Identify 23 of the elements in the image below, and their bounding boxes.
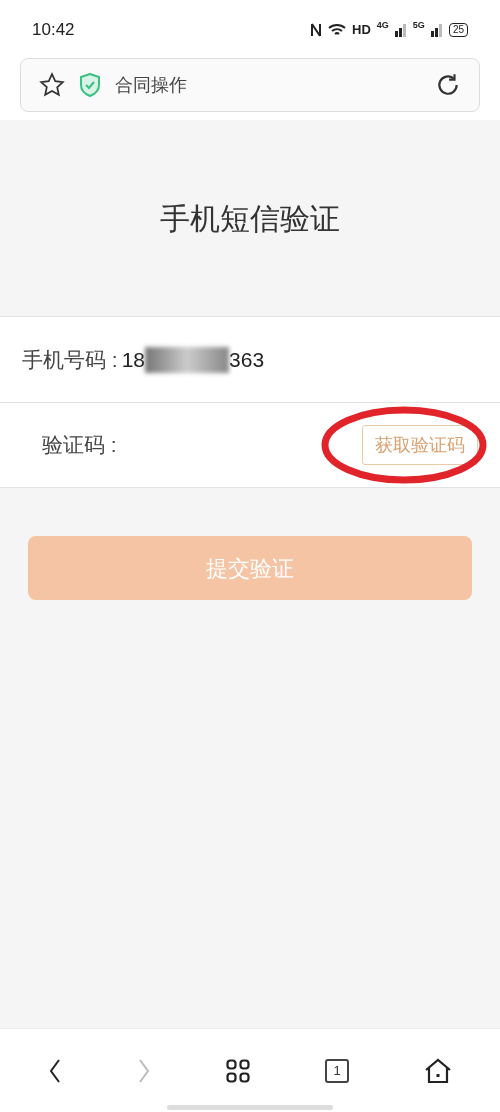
phone-number-end: 363 [229,346,265,373]
address-bar[interactable]: 合同操作 [20,58,480,112]
heading: 手机短信验证 [160,200,340,237]
signal-icon [394,23,407,37]
phone-number-start: 18 [121,346,146,373]
hd-label: HD [352,21,371,40]
refresh-icon[interactable] [435,72,461,98]
phone-label: 手机号码 : [22,346,118,373]
network-label: 4G [376,21,389,31]
status-time: 10:42 [32,19,75,42]
tab-count-button[interactable]: 1 [325,1058,350,1083]
wifi-icon [328,23,347,37]
network-label: 5G [412,21,425,31]
signal-icon [430,23,443,37]
star-icon[interactable] [39,72,65,98]
home-icon[interactable] [424,1057,453,1084]
shield-icon [79,73,101,97]
battery-indicator: 25 [448,23,468,37]
code-label: 验证码 : [42,432,117,459]
nfc-icon [310,22,323,38]
page-title: 合同操作 [115,73,188,97]
back-icon[interactable] [47,1057,62,1084]
grid-icon[interactable] [225,1058,250,1083]
